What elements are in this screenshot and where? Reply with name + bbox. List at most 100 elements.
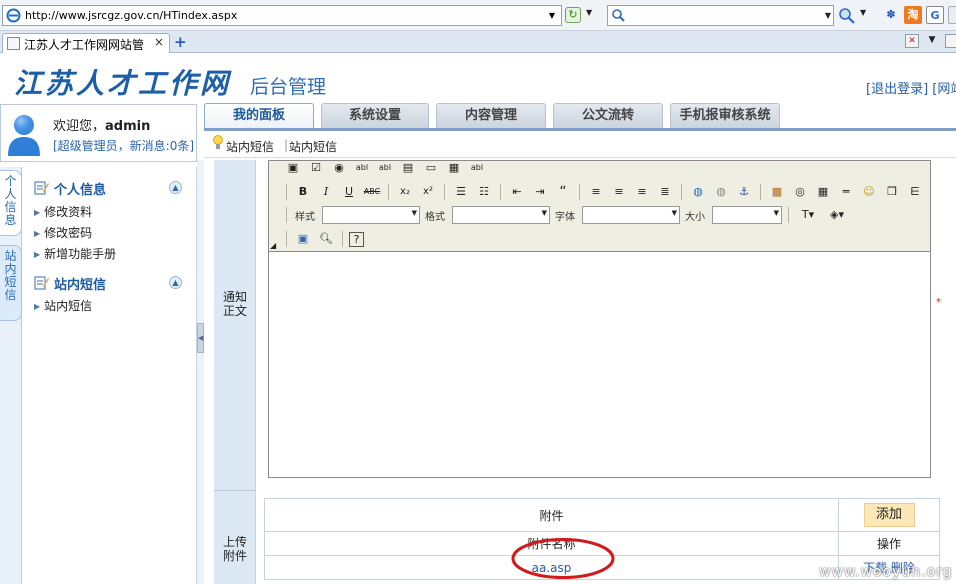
checkbox-icon[interactable]: ☑ <box>306 158 326 178</box>
toolbar-separator <box>286 207 287 223</box>
subnav-sms-link[interactable]: 站内短信 <box>226 138 274 155</box>
align-center-icon[interactable]: ≡ <box>609 182 629 202</box>
tab-system-settings[interactable]: 系统设置 <box>321 103 429 128</box>
sidebar-menu: 个人信息 ▲ ▶ 修改资料 ▶ 修改密码 ▶ 新增功能手册 站内短信 ▲ ▶ 站内短信 <box>22 167 197 584</box>
upload-label: 上传附件 <box>222 535 247 563</box>
smiley-icon[interactable]: ☺ <box>859 182 879 202</box>
font-select[interactable]: ▼ <box>582 206 680 224</box>
outdent-icon[interactable]: ⇤ <box>507 182 527 202</box>
bullet-icon: ▶ <box>34 229 41 238</box>
italic-icon[interactable]: I <box>316 182 336 202</box>
tab-content-management[interactable]: 内容管理 <box>436 103 546 128</box>
toolbar-extra-icon[interactable] <box>948 6 956 24</box>
section-personal-info[interactable]: 个人信息 ▲ <box>34 178 194 198</box>
ordered-list-icon[interactable]: ☰ <box>451 182 471 202</box>
indent-icon[interactable]: ⇥ <box>530 182 550 202</box>
section-site-sms[interactable]: 站内短信 ▲ <box>34 273 194 293</box>
toolbar-separator <box>681 184 682 200</box>
editor-content-area[interactable] <box>269 253 930 477</box>
subnav-sms-link-2[interactable]: 站内短信 <box>289 138 337 155</box>
horizontal-rule-icon[interactable]: ═ <box>836 182 856 202</box>
collapse-icon[interactable]: ▲ <box>169 276 182 289</box>
text-color-icon[interactable]: T▾ <box>795 205 821 225</box>
superscript-icon[interactable]: x² <box>418 182 438 202</box>
bold-icon[interactable]: B <box>293 182 313 202</box>
toolbar-separator <box>286 231 287 247</box>
format-select[interactable]: ▼ <box>452 206 550 224</box>
tab-mobile-review[interactable]: 手机报审核系统 <box>670 103 780 128</box>
vtab-personal-info[interactable]: 个人信息 <box>0 170 22 236</box>
attachment-file-link[interactable]: aa.asp <box>532 561 572 575</box>
tab-document-flow[interactable]: 公文流转 <box>553 103 663 128</box>
add-cell: 添加 <box>838 498 940 532</box>
refresh-dropdown-icon[interactable]: ▼ <box>586 8 592 17</box>
url-dropdown-icon[interactable]: ▼ <box>545 8 559 23</box>
page-break-icon[interactable]: ⋿ <box>905 182 925 202</box>
browser-tab[interactable]: 江苏人才工作网网站管 × <box>2 33 170 53</box>
image-icon[interactable]: ▩ <box>767 182 787 202</box>
unlink-icon[interactable]: ◍ <box>711 182 731 202</box>
blockquote-icon[interactable]: “ <box>553 182 573 202</box>
sidebar-item-change-password[interactable]: ▶ 修改密码 <box>34 224 92 241</box>
tab-list-dropdown-icon[interactable]: ▼ <box>925 34 939 48</box>
table-icon[interactable]: ▦ <box>813 182 833 202</box>
form-field-icon[interactable]: ▣ <box>283 158 303 178</box>
select-field-icon[interactable]: ▤ <box>398 158 418 178</box>
search-dropdown-icon[interactable]: ▼ <box>825 8 831 23</box>
sidebar-item-sms[interactable]: ▶ 站内短信 <box>34 297 92 314</box>
strikethrough-icon[interactable]: ABC <box>362 182 382 202</box>
attachment-columns-row: 附件名称 操作 <box>264 531 940 556</box>
maximize-icon[interactable]: ▣ <box>293 229 313 249</box>
vtab-label: 个人信息 <box>4 174 17 227</box>
browser-search-input[interactable]: ▼ <box>607 5 834 26</box>
underline-icon[interactable]: U <box>339 182 359 202</box>
special-char-icon[interactable]: ❒ <box>882 182 902 202</box>
url-field[interactable]: http://www.jsrcgz.gov.cn/HTindex.aspx ▼ <box>2 5 562 26</box>
justify-icon[interactable]: ≣ <box>655 182 675 202</box>
size-select[interactable]: ▼ <box>712 206 782 224</box>
radio-icon[interactable]: ◉ <box>329 158 349 178</box>
align-left-icon[interactable]: ≡ <box>586 182 606 202</box>
subscript-icon[interactable]: x₂ <box>395 182 415 202</box>
textarea-icon[interactable]: abl <box>375 158 395 178</box>
window-icon[interactable] <box>945 34 956 48</box>
unordered-list-icon[interactable]: ☷ <box>474 182 494 202</box>
tab-my-panel[interactable]: 我的面板 <box>204 103 314 128</box>
sidebar-collapse-handle[interactable]: ◀ <box>197 323 204 353</box>
textfield-icon[interactable]: abl <box>352 158 372 178</box>
search-icon[interactable] <box>838 7 856 25</box>
hidden-field-icon[interactable]: abl <box>467 158 487 178</box>
link-icon[interactable]: ◍ <box>688 182 708 202</box>
google-icon[interactable]: G <box>926 6 944 24</box>
search-options-dropdown-icon[interactable]: ▼ <box>860 8 866 17</box>
flash-icon[interactable]: ◎ <box>790 182 810 202</box>
anchor-icon[interactable]: ⚓ <box>734 182 754 202</box>
image-button-icon[interactable]: ▦ <box>444 158 464 178</box>
close-tabs-icon[interactable]: ✕ <box>905 34 919 48</box>
header-links[interactable]: [退出登录] [网站 <box>866 78 956 97</box>
background-color-icon[interactable]: ◈▾ <box>824 205 850 225</box>
new-tab-icon[interactable]: + <box>174 33 187 51</box>
toolbar-separator <box>788 207 789 223</box>
taobao-icon[interactable]: 淘 <box>904 6 922 24</box>
collapse-icon[interactable]: ▲ <box>169 181 182 194</box>
toolbar-separator <box>342 231 343 247</box>
refresh-icon[interactable]: ↻ <box>565 7 581 23</box>
bullet-icon: ▶ <box>34 208 41 217</box>
help-icon[interactable]: ? <box>349 231 364 247</box>
paw-icon[interactable]: ✽ <box>882 6 900 24</box>
add-attachment-button[interactable]: 添加 <box>863 503 915 527</box>
align-right-icon[interactable]: ≡ <box>632 182 652 202</box>
sidebar-item-edit-profile[interactable]: ▶ 修改资料 <box>34 203 92 220</box>
preview-icon[interactable]: 🔍︎ <box>316 229 336 249</box>
role-message-link[interactable]: [超级管理员，新消息:0条] <box>53 137 194 154</box>
sidebar-item-feature-manual[interactable]: ▶ 新增功能手册 <box>34 245 116 262</box>
vtab-label: 站内短信 <box>4 249 17 302</box>
button-field-icon[interactable]: ▭ <box>421 158 441 178</box>
sidebar-gutter <box>197 160 204 584</box>
vtab-site-sms[interactable]: 站内短信 <box>0 245 22 321</box>
toolbar-collapse-icon[interactable]: ◢ <box>270 241 276 250</box>
style-select[interactable]: ▼ <box>322 206 420 224</box>
rich-text-editor: ▣ ☑ ◉ abl abl ▤ ▭ ▦ abl B I U ABC x₂ x² <box>268 160 931 478</box>
tab-close-icon[interactable]: × <box>154 35 164 49</box>
